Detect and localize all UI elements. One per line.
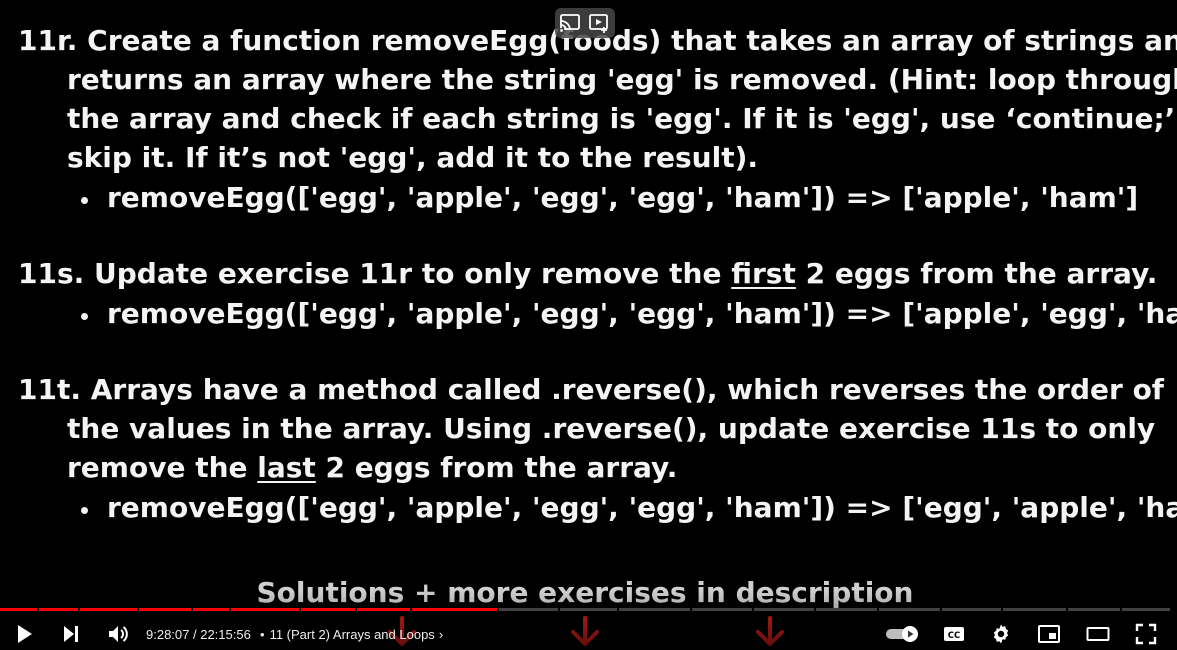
progress-played (0, 608, 497, 611)
chapter-marker (558, 608, 560, 611)
chapter-marker (752, 608, 754, 611)
bullet-dot (81, 197, 88, 204)
exercise-11s-example: removeEgg(['egg', 'apple', 'egg', 'egg',… (107, 297, 1177, 330)
autoplay-knob (902, 626, 918, 642)
player-controls: 9:28:07 / 22:15:56 • 11 (Part 2) Arrays a… (0, 618, 1177, 650)
exercise-11t-line-2: the values in the array. Using .reverse(… (67, 412, 1156, 445)
theater-mode-icon[interactable] (1086, 622, 1110, 646)
chapter-marker (229, 608, 231, 611)
chapter-marker (137, 608, 139, 611)
volume-icon[interactable] (106, 622, 130, 646)
exercise-11t-line-3: remove the last 2 eggs from the array. (67, 451, 677, 484)
settings-gear-icon[interactable] (989, 622, 1013, 646)
chapter-marker (1066, 608, 1068, 611)
chapter-marker (814, 608, 816, 611)
video-player[interactable]: 11r. Create a function removeEgg(foods) … (0, 0, 1177, 650)
chapter-marker (191, 608, 193, 611)
exercise-11r-line-2: returns an array where the string 'egg' … (67, 63, 1177, 96)
svg-text:CC: CC (948, 631, 960, 641)
chevron-right-icon: › (438, 627, 444, 642)
top-overlay-controls (555, 8, 615, 38)
chapter-title: 11 (Part 2) Arrays and Loops (269, 627, 435, 642)
chapter-marker (410, 608, 412, 611)
chapter-marker (37, 608, 39, 611)
chapter-marker (617, 608, 619, 611)
exercise-11s-text-after: 2 eggs from the array. (795, 257, 1158, 290)
progress-bar[interactable] (0, 608, 1170, 611)
exercise-11r-line-4: skip it. If it’s not 'egg', add it to th… (67, 141, 759, 174)
exercise-11t-text-after: 2 eggs from the array. (315, 451, 678, 484)
chapter-marker (940, 608, 942, 611)
bullet-dot (81, 507, 88, 514)
autoplay-toggle[interactable] (886, 626, 920, 642)
miniplayer-icon[interactable] (1037, 622, 1061, 646)
exercise-11t-line-1: 11t. Arrays have a method called .revers… (18, 373, 1164, 406)
chapter-marker (690, 608, 692, 611)
play-icon (908, 630, 914, 638)
current-time: 9:28:07 (146, 627, 190, 642)
exercise-11t-underlined-word: last (257, 451, 316, 484)
duration: 22:15:56 (200, 627, 251, 642)
queue-icon[interactable] (588, 12, 610, 34)
fullscreen-icon[interactable] (1134, 622, 1158, 646)
chapter-marker (1120, 608, 1122, 611)
exercise-11s-underlined-word: first (731, 257, 796, 290)
chapter-marker (78, 608, 80, 611)
exercise-11s-text-before: 11s. Update exercise 11r to only remove … (18, 257, 732, 290)
cast-icon[interactable] (559, 12, 581, 34)
exercise-11r-example: removeEgg(['egg', 'apple', 'egg', 'egg',… (107, 181, 1139, 214)
exercise-11t-example: removeEgg(['egg', 'apple', 'egg', 'egg',… (107, 491, 1177, 524)
chapter-marker (1001, 608, 1003, 611)
chapter-button[interactable]: • 11 (Part 2) Arrays and Loops › (260, 627, 443, 642)
time-display: 9:28:07 / 22:15:56 (146, 627, 251, 642)
exercise-11s-line-1: 11s. Update exercise 11r to only remove … (18, 257, 1157, 290)
next-video-icon[interactable] (59, 622, 83, 646)
subtitles-icon[interactable]: CC (942, 622, 966, 646)
exercise-11t-text-before: remove the (67, 451, 258, 484)
exercise-11r-line-3: the array and check if each string is 'e… (67, 102, 1177, 135)
play-icon[interactable] (12, 622, 36, 646)
time-separator: / (189, 627, 201, 642)
chapter-marker (299, 608, 301, 611)
chapter-bullet: • (260, 627, 265, 642)
chapter-marker (355, 608, 357, 611)
bullet-dot (81, 313, 88, 320)
chapter-marker (877, 608, 879, 611)
chapter-marker (497, 608, 499, 611)
